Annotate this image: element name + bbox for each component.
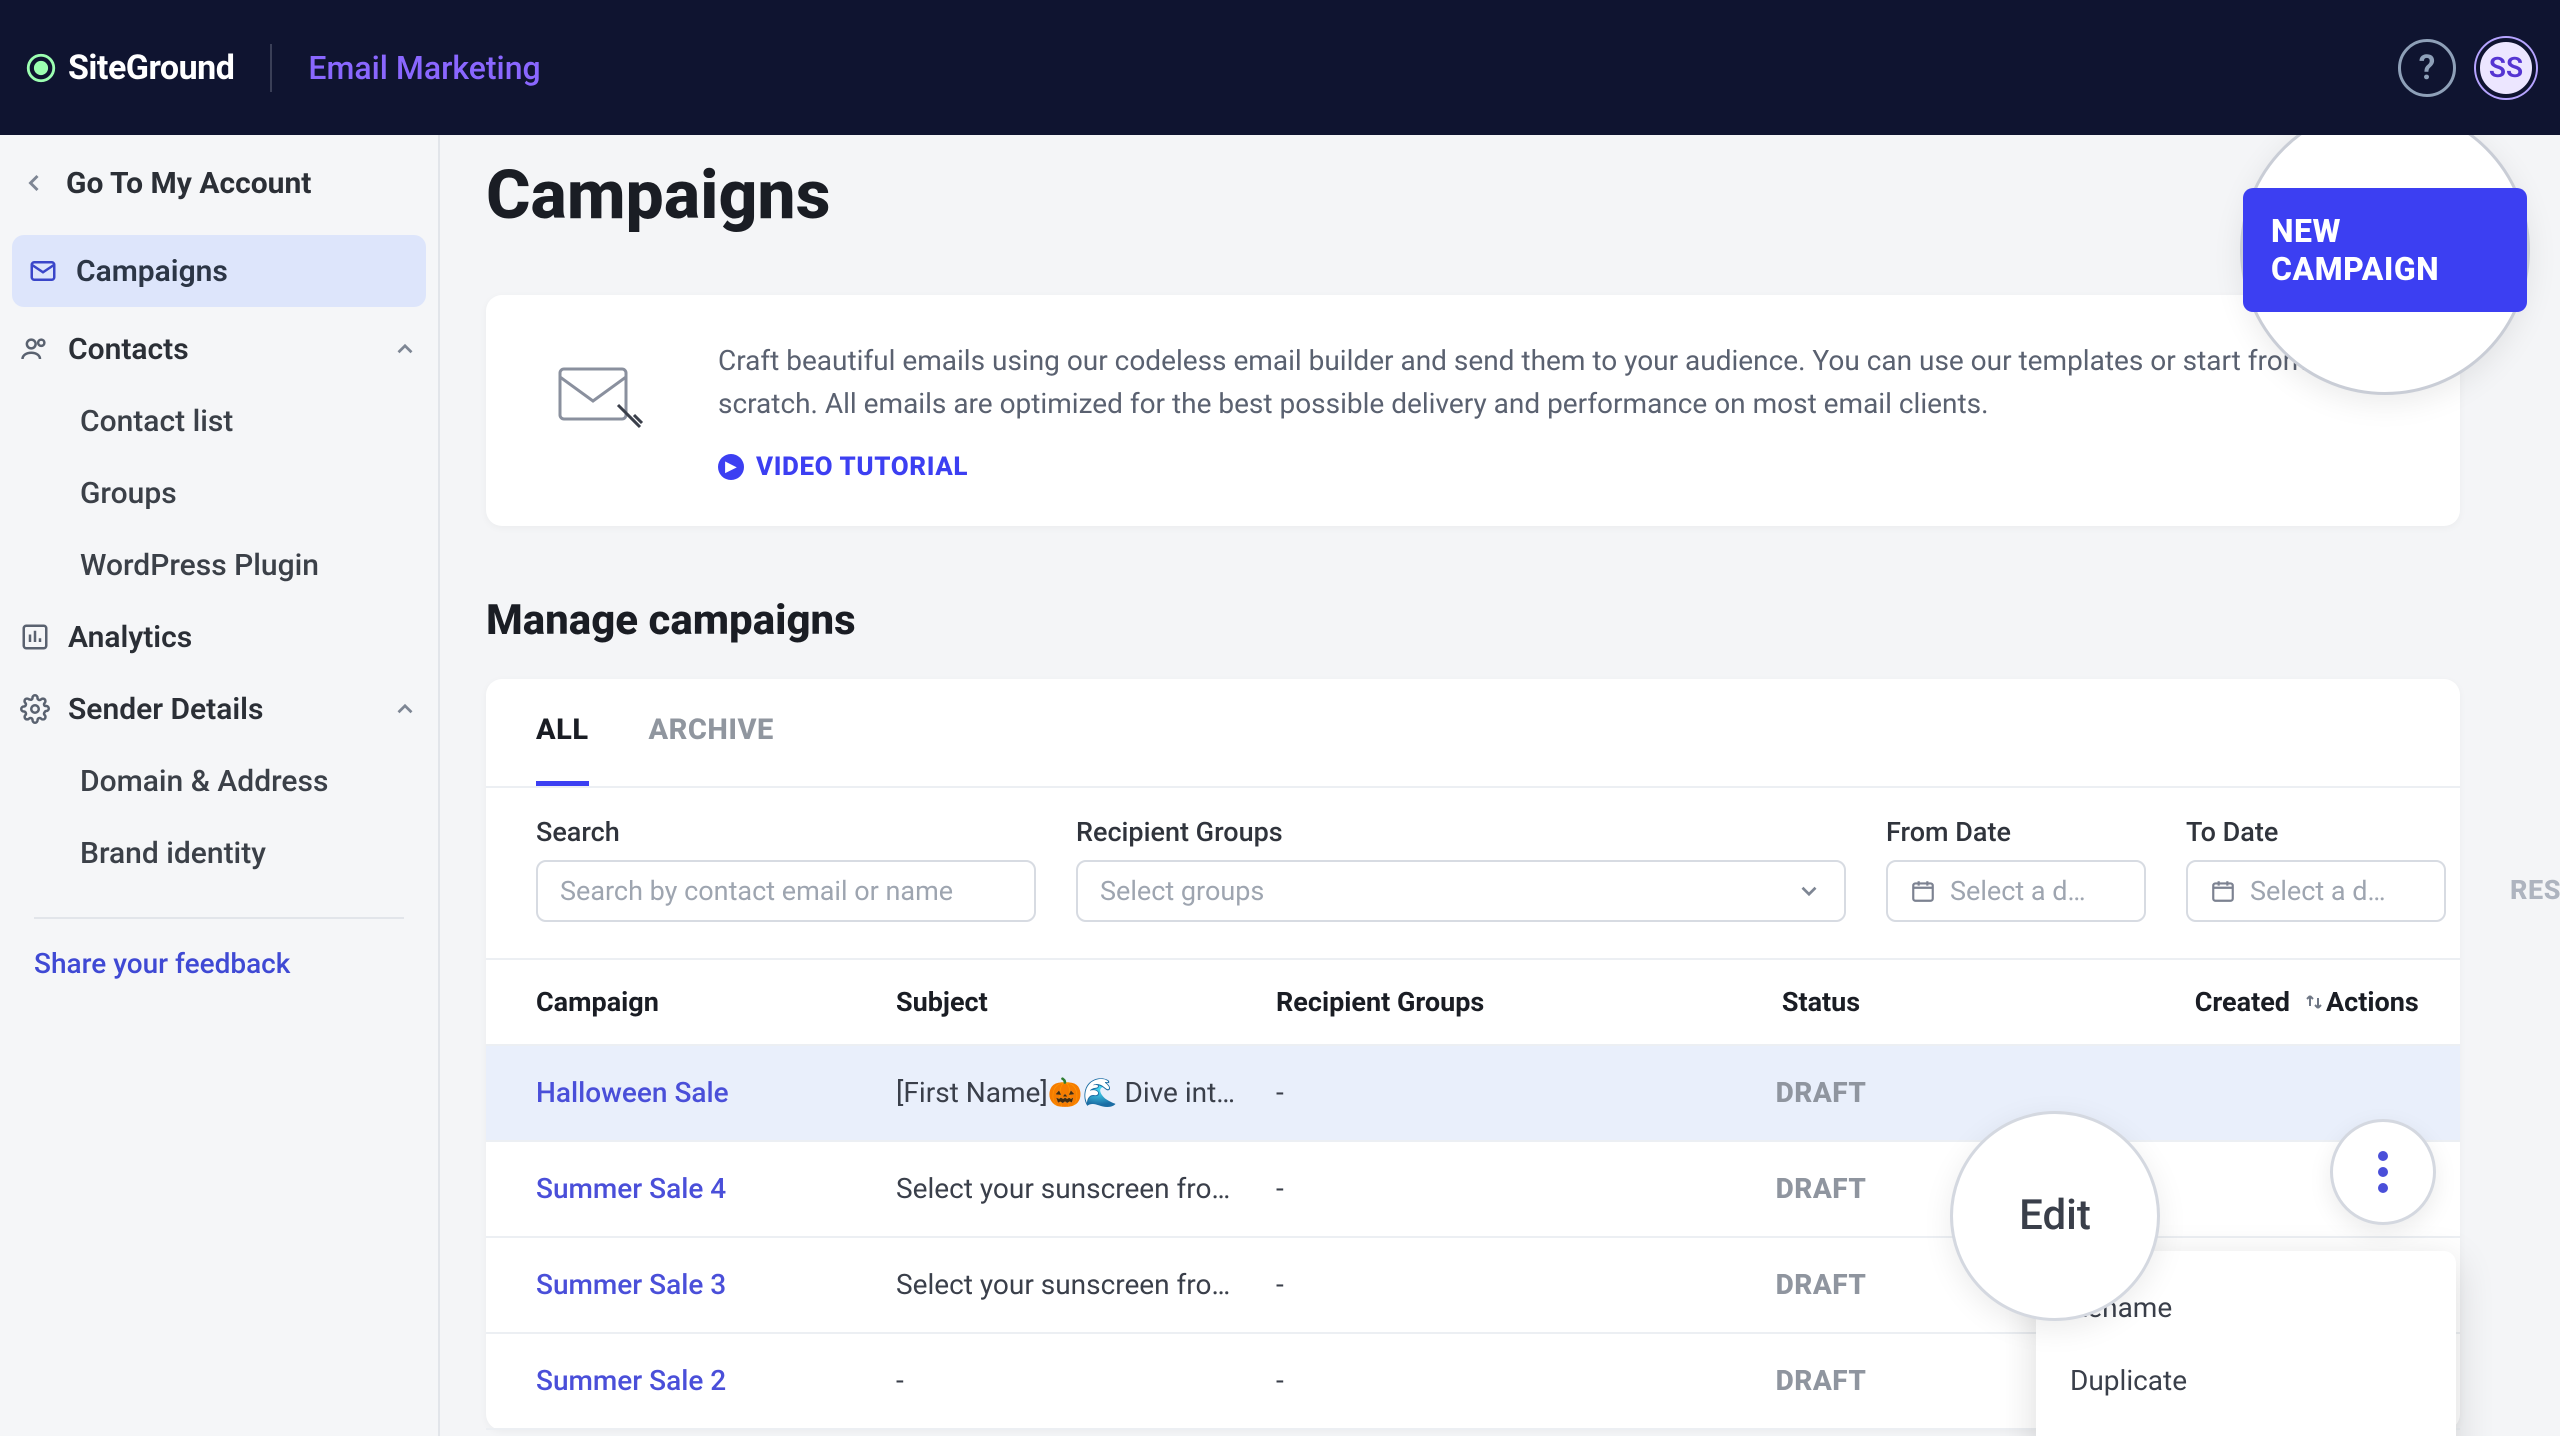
th-created[interactable]: Created — [1986, 986, 2326, 1018]
sidebar-item-label: WordPress Plugin — [80, 548, 319, 583]
sidebar: Go To My Account Campaigns Contacts Cont… — [0, 135, 440, 1436]
app-name[interactable]: Email Marketing — [308, 49, 540, 87]
dropdown-item-duplicate[interactable]: Duplicate — [2036, 1344, 2456, 1417]
calendar-icon — [2210, 878, 2236, 904]
campaign-status: DRAFT — [1656, 1268, 1986, 1301]
campaign-status: DRAFT — [1656, 1364, 1986, 1397]
table-row[interactable]: Halloween Sale [First Name]🎃🌊 Dive int… … — [486, 1046, 2460, 1142]
sidebar-item-campaigns[interactable]: Campaigns — [12, 235, 426, 307]
sidebar-item-label: Campaigns — [76, 254, 228, 289]
sidebar-item-label: Brand identity — [80, 836, 266, 871]
sidebar-item-groups[interactable]: Groups — [0, 457, 438, 529]
reset-button[interactable]: RESET — [2510, 874, 2560, 922]
campaign-status: DRAFT — [1656, 1076, 1986, 1109]
campaigns-table-card: ALL ARCHIVE Search Recipient Groups Sele… — [486, 679, 2460, 1430]
campaign-subject: - — [896, 1333, 1276, 1429]
sidebar-item-brand-identity[interactable]: Brand identity — [0, 817, 438, 889]
chevron-up-icon — [392, 336, 418, 362]
sidebar-item-label: Contact list — [80, 404, 233, 439]
app-header: SiteGround Email Marketing ? SS — [0, 0, 2560, 135]
sidebar-item-label: Contacts — [68, 332, 189, 367]
campaign-name[interactable]: Summer Sale 3 — [536, 1268, 896, 1301]
sidebar-item-domain-address[interactable]: Domain & Address — [0, 745, 438, 817]
tabs: ALL ARCHIVE — [486, 679, 2460, 788]
highlight-lens-edit: Edit — [1950, 1111, 2160, 1321]
search-input-wrap — [536, 860, 1036, 922]
tab-all[interactable]: ALL — [536, 679, 589, 786]
search-input[interactable] — [560, 875, 1012, 907]
th-campaign[interactable]: Campaign — [536, 986, 896, 1018]
recipient-groups-label: Recipient Groups — [1076, 816, 1846, 848]
date-placeholder: Select a d… — [2250, 875, 2386, 907]
campaign-groups: - — [1276, 1076, 1656, 1109]
brand-text: SiteGround — [68, 48, 234, 88]
from-date-input[interactable]: Select a d… — [1886, 860, 2146, 922]
avatar[interactable]: SS — [2476, 38, 2536, 98]
campaign-subject: [First Name]🎃🌊 Dive int… — [896, 1045, 1276, 1141]
page-title: Campaigns — [486, 155, 831, 235]
help-icon[interactable]: ? — [2398, 39, 2456, 97]
sidebar-back-label: Go To My Account — [66, 166, 311, 201]
tab-archive[interactable]: ARCHIVE — [649, 679, 774, 786]
campaign-subject: Select your sunscreen fro… — [896, 1141, 1276, 1237]
sidebar-item-analytics[interactable]: Analytics — [0, 601, 438, 673]
sidebar-item-sender-details[interactable]: Sender Details — [0, 673, 438, 745]
info-card: Craft beautiful emails using our codeles… — [486, 295, 2460, 526]
chevron-up-icon — [392, 696, 418, 722]
logo-block: SiteGround Email Marketing — [24, 44, 541, 92]
header-divider — [270, 44, 272, 92]
campaign-groups: - — [1276, 1172, 1656, 1205]
calendar-icon — [1910, 878, 1936, 904]
edit-menu-item[interactable]: Edit — [2019, 1191, 2091, 1240]
video-tutorial-label: VIDEO TUTORIAL — [756, 452, 968, 482]
campaign-name[interactable]: Summer Sale 2 — [536, 1364, 896, 1397]
campaign-name[interactable]: Halloween Sale — [536, 1076, 896, 1109]
sidebar-item-contacts[interactable]: Contacts — [0, 313, 438, 385]
highlight-lens-more-actions — [2330, 1119, 2436, 1225]
info-text: Craft beautiful emails using our codeles… — [718, 339, 2358, 426]
search-label: Search — [536, 816, 1036, 848]
dropdown-item-send[interactable]: Send — [2036, 1417, 2456, 1436]
new-campaign-button[interactable]: NEW CAMPAIGN — [2243, 188, 2527, 312]
sidebar-item-label: Domain & Address — [80, 764, 328, 799]
th-subject[interactable]: Subject — [896, 986, 1276, 1018]
th-recipient-groups[interactable]: Recipient Groups — [1276, 986, 1656, 1018]
video-tutorial-link[interactable]: ▶ VIDEO TUTORIAL — [718, 452, 2358, 482]
sidebar-item-wordpress-plugin[interactable]: WordPress Plugin — [0, 529, 438, 601]
to-date-label: To Date — [2186, 816, 2446, 848]
email-builder-icon — [538, 339, 658, 449]
sidebar-item-label: Sender Details — [68, 692, 263, 727]
sidebar-divider — [34, 917, 404, 919]
main-content: Campaigns NEW CAMPAIGN Craft beautiful e… — [440, 135, 2560, 1436]
sidebar-item-contact-list[interactable]: Contact list — [0, 385, 438, 457]
campaign-groups: - — [1276, 1364, 1656, 1397]
campaign-status: DRAFT — [1656, 1172, 1986, 1205]
sidebar-item-label: Groups — [80, 476, 177, 511]
to-date-input[interactable]: Select a d… — [2186, 860, 2446, 922]
play-icon: ▶ — [718, 454, 744, 480]
th-status[interactable]: Status — [1656, 986, 1986, 1018]
chevron-down-icon — [1796, 878, 1822, 904]
th-actions: Actions — [2326, 986, 2419, 1018]
sort-icon — [2302, 990, 2326, 1014]
campaign-groups: - — [1276, 1268, 1656, 1301]
from-date-label: From Date — [1886, 816, 2146, 848]
manage-campaigns-title: Manage campaigns — [486, 596, 2460, 645]
campaign-subject: Select your sunscreen fro… — [896, 1237, 1276, 1333]
recipient-groups-select[interactable]: Select groups — [1076, 860, 1846, 922]
table-row[interactable]: Summer Sale 4 Select your sunscreen fro…… — [486, 1142, 2460, 1238]
date-placeholder: Select a d… — [1950, 875, 2086, 907]
sidebar-back-link[interactable]: Go To My Account — [0, 147, 438, 219]
sidebar-feedback-link[interactable]: Share your feedback — [0, 947, 438, 980]
filters-row: Search Recipient Groups Select groups Fr… — [486, 788, 2460, 960]
select-placeholder: Select groups — [1100, 875, 1264, 907]
sidebar-item-label: Analytics — [68, 620, 192, 655]
siteground-logo[interactable]: SiteGround — [24, 48, 234, 88]
more-actions-icon[interactable] — [2376, 1148, 2390, 1196]
table-header: Campaign Subject Recipient Groups Status… — [486, 960, 2460, 1046]
campaign-name[interactable]: Summer Sale 4 — [536, 1172, 896, 1205]
